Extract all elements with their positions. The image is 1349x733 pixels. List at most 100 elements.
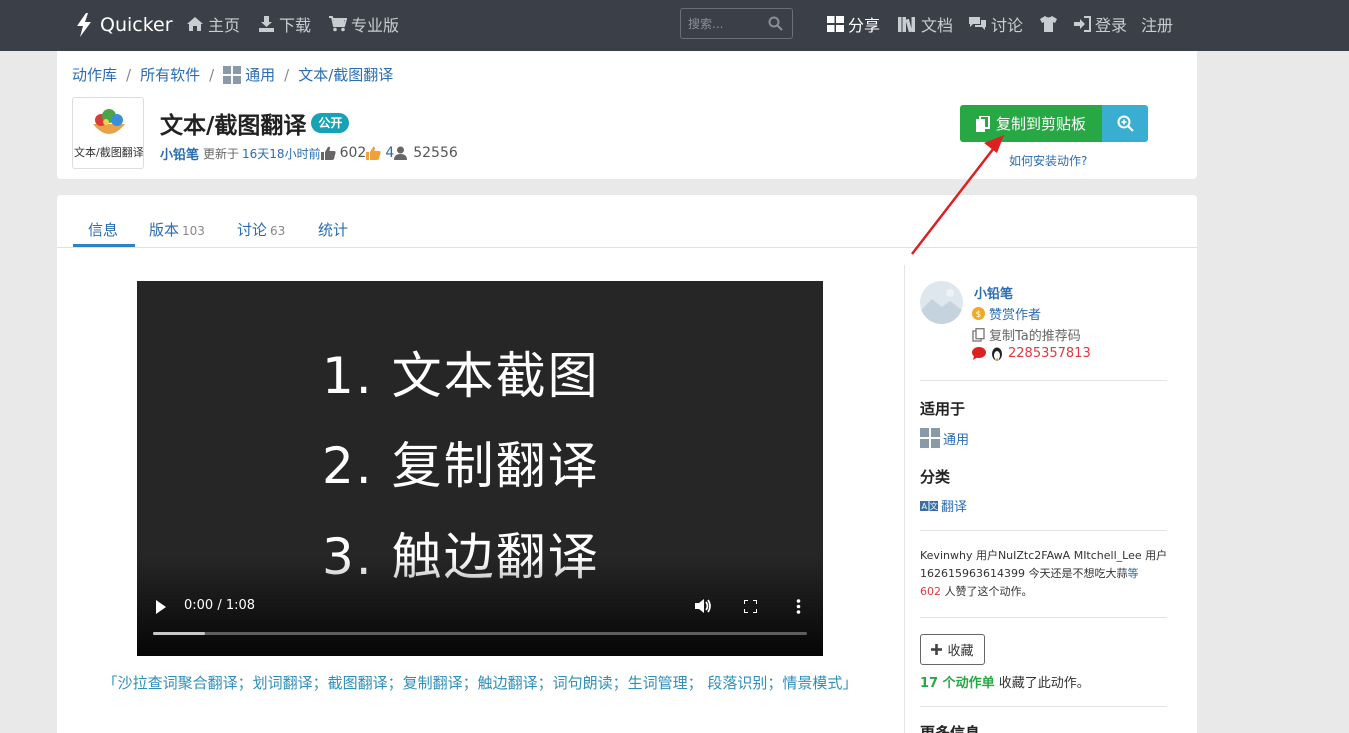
nav-register[interactable]: 注册 bbox=[1141, 14, 1173, 35]
qq-number[interactable]: 2285357813 bbox=[1008, 346, 1091, 361]
download-icon bbox=[259, 16, 274, 32]
translate-icon: A文 bbox=[920, 500, 938, 511]
more-info-heading: 更多信息 bbox=[920, 724, 981, 733]
sidebar-separator bbox=[920, 706, 1167, 707]
nav-pro-label: 专业版 bbox=[351, 16, 400, 35]
svg-text:$: $ bbox=[976, 310, 982, 320]
breadcrumb-general[interactable]: 通用 bbox=[245, 64, 275, 85]
fullscreen-icon[interactable] bbox=[744, 600, 757, 613]
likers-suffix: 人赞了这个动作。 bbox=[944, 585, 1033, 598]
visibility-badge: 公开 bbox=[311, 113, 350, 133]
svg-text:文: 文 bbox=[930, 501, 938, 511]
breadcrumb: 动作库 / 所有软件 / 通用 / 文本/截图翻译 bbox=[72, 64, 393, 85]
tab-versions[interactable]: 版本 103 bbox=[149, 219, 205, 240]
category-label: 翻译 bbox=[941, 500, 968, 515]
plus-icon bbox=[931, 644, 943, 655]
nav-login-label: 登录 bbox=[1095, 16, 1128, 35]
updated-time: 16天18小时前 bbox=[242, 146, 321, 161]
windows-icon bbox=[827, 16, 844, 32]
copy-icon bbox=[975, 115, 990, 132]
volume-icon[interactable] bbox=[695, 598, 712, 614]
user-icon bbox=[394, 146, 408, 160]
likers-more-link[interactable]: 等 bbox=[1127, 567, 1138, 580]
copy-icon bbox=[972, 327, 985, 342]
active-tab-indicator bbox=[73, 244, 135, 247]
copy-referral-label: 复制Ta的推荐码 bbox=[989, 329, 1081, 344]
author-avatar[interactable] bbox=[920, 281, 963, 324]
sidebar-author-name[interactable]: 小铅笔 bbox=[974, 283, 1013, 302]
nav-theme[interactable] bbox=[1039, 14, 1062, 34]
likes-count: 602 bbox=[339, 145, 367, 161]
sidebar-separator bbox=[920, 617, 1167, 618]
brand-name: Quicker bbox=[100, 14, 173, 36]
zoom-in-icon bbox=[1117, 115, 1134, 132]
tab-discussions[interactable]: 讨论 63 bbox=[237, 219, 285, 240]
nav-share-label: 分享 bbox=[848, 16, 881, 35]
thanks-icon bbox=[366, 146, 381, 160]
tab-count: 103 bbox=[182, 224, 205, 238]
category-translate-link[interactable]: A文 翻译 bbox=[920, 496, 967, 515]
breadcrumb-current[interactable]: 文本/截图翻译 bbox=[298, 64, 393, 85]
video-progress-bar[interactable] bbox=[153, 632, 807, 635]
nav-download[interactable]: 下载 bbox=[258, 14, 311, 35]
penguin-icon bbox=[992, 347, 1002, 361]
landscape-avatar-icon bbox=[920, 281, 963, 324]
nav-discuss-label: 讨论 bbox=[991, 16, 1024, 35]
action-meta: 小铅笔 更新于 16天18小时前 | 602 | 4 | 52556 bbox=[160, 144, 842, 511]
favorite-button[interactable]: 收藏 bbox=[920, 634, 985, 665]
reward-label: 赞赏作者 bbox=[989, 308, 1042, 323]
tab-stats[interactable]: 统计 bbox=[318, 219, 348, 240]
nav-docs[interactable]: 文档 bbox=[898, 14, 954, 35]
breadcrumb-separator: / bbox=[209, 65, 215, 84]
tab-label: 版本 bbox=[149, 221, 180, 239]
applies-to-label: 通用 bbox=[943, 432, 970, 448]
nav-home[interactable]: 主页 bbox=[186, 14, 241, 35]
copy-to-clipboard-button[interactable]: 复制到剪贴板 bbox=[960, 105, 1102, 142]
search-icon[interactable] bbox=[768, 16, 783, 31]
cart-icon bbox=[329, 16, 347, 32]
page-title: 文本/截图翻译 公开 bbox=[160, 106, 350, 140]
grid-icon bbox=[223, 65, 242, 84]
applies-to-general-link[interactable]: 通用 bbox=[920, 428, 969, 448]
video-progress-fill bbox=[153, 632, 206, 635]
users-count: 52556 bbox=[413, 145, 458, 161]
author-link[interactable]: 小铅笔 bbox=[160, 144, 199, 163]
reward-author-link[interactable]: $ 赞赏作者 bbox=[972, 304, 1041, 323]
play-icon[interactable] bbox=[155, 600, 167, 614]
sidebar-separator bbox=[920, 380, 1167, 381]
likers-count: 602 bbox=[920, 585, 941, 598]
zoom-button[interactable] bbox=[1102, 105, 1148, 142]
grid-icon bbox=[920, 428, 940, 448]
action-icon: 文本/截图翻译 bbox=[72, 97, 144, 169]
copy-referral-link[interactable]: 复制Ta的推荐码 bbox=[972, 325, 1081, 344]
nav-docs-label: 文档 bbox=[921, 16, 954, 35]
favorite-button-label: 收藏 bbox=[947, 644, 974, 659]
action-title: 文本/截图翻译 bbox=[160, 113, 307, 139]
sign-in-icon bbox=[1074, 16, 1091, 32]
tab-label: 统计 bbox=[318, 221, 349, 239]
nav-discuss[interactable]: 讨论 bbox=[968, 14, 1024, 35]
breadcrumb-separator: / bbox=[126, 65, 132, 84]
more-options-icon[interactable] bbox=[796, 599, 801, 614]
video-text-line: 2. 复制翻译 bbox=[322, 437, 600, 495]
nav-login[interactable]: 登录 bbox=[1074, 14, 1128, 35]
nav-share[interactable]: 分享 bbox=[827, 14, 881, 35]
thumbs-up-icon bbox=[320, 146, 336, 160]
brand-logo[interactable]: Quicker bbox=[74, 12, 173, 38]
nav-pro[interactable]: 专业版 bbox=[329, 14, 400, 35]
video-player[interactable]: 1. 文本截图 2. 复制翻译 3. 触边翻译 0:00 / 1:08 bbox=[137, 281, 823, 656]
favorite-lists-link[interactable]: 17 个动作单 bbox=[920, 676, 995, 691]
salad-bowl-icon bbox=[93, 109, 125, 134]
video-time: 0:00 / 1:08 bbox=[184, 598, 256, 613]
breadcrumb-library[interactable]: 动作库 bbox=[72, 64, 117, 85]
breadcrumb-all-software[interactable]: 所有软件 bbox=[140, 64, 200, 85]
how-to-install-link[interactable]: 如何安装动作? bbox=[1009, 152, 1087, 169]
search-box bbox=[680, 8, 793, 39]
home-icon bbox=[187, 17, 203, 31]
lightning-icon bbox=[77, 13, 91, 37]
tab-info[interactable]: 信息 bbox=[88, 219, 118, 240]
nav-home-label: 主页 bbox=[208, 16, 241, 35]
search-input[interactable] bbox=[688, 15, 768, 33]
video-text-line: 1. 文本截图 bbox=[322, 347, 600, 405]
breadcrumb-separator: / bbox=[284, 65, 290, 84]
